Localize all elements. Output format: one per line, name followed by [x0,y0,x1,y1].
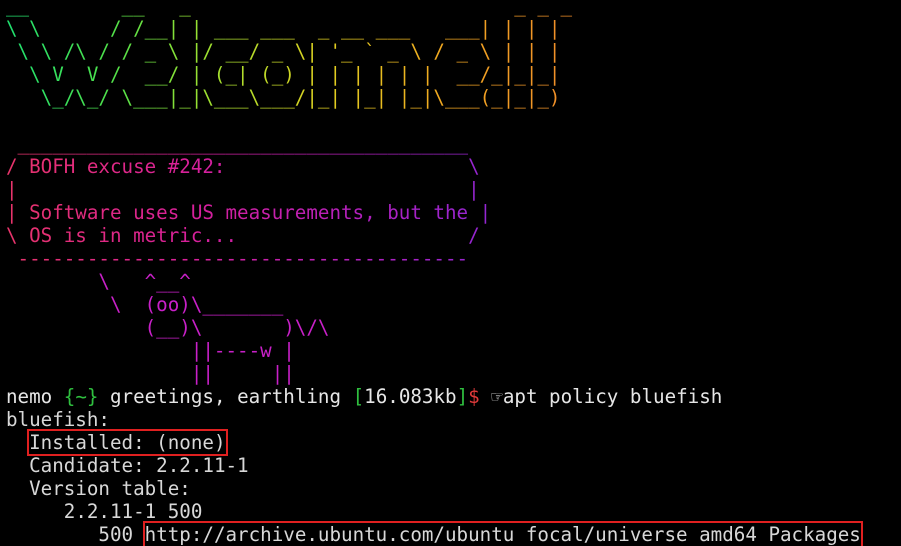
version-entry: 2.2.11-1 500 [63,500,203,523]
installed-line: Installed: (none) [6,429,901,456]
bubble-line: | Software uses US measurements, but the… [6,201,526,224]
bubble-line: --------------------------------------- [6,247,526,270]
pointing-hand-icon: ☞ [491,385,503,408]
command-text: apt policy bluefish [502,385,723,408]
cow-art-line: ||----w | [6,339,295,362]
welcome-art-line: \ \ / /__| | ___ ___ _ __ ___ ___| | | | [6,17,586,40]
candidate-line: Candidate: 2.2.11-1 [6,454,901,477]
prompt-directory: {~} [63,385,99,408]
welcome-art-line: \ V V / __/ | (_| (_) | | | | | | __/_|_… [6,63,586,86]
prompt-size-close: ] [456,385,469,408]
bubble-line: \ OS is in metric... / [6,224,526,247]
welcome-art-line: __ __ _ _ _ _ [6,0,586,17]
source-url-highlight[interactable]: http://archive.ubuntu.com/ubuntu focal/u… [142,521,863,546]
prompt-greeting: greetings, earthling [110,385,342,408]
welcome-banner: __ __ _ _ _ _ \ \ / /__| | ___ ___ _ __ … [6,0,901,109]
source-line: 500 http://archive.ubuntu.com/ubuntu foc… [6,521,901,546]
cow-art-line: \ (oo)\_______ [6,293,284,316]
prompt-size-open: [ [352,385,365,408]
cow-art-line: \ ^__^ [6,270,191,293]
cowsay-cow: \ ^__^ \ (oo)\_______ (__)\ )\/\ ||----w… [6,270,901,385]
welcome-art-line: \ \ /\ / / _ \ |/ __/ _ \| '_ ` _ \ / _ … [6,40,586,63]
version-entry-line: 2.2.11-1 500 [6,500,901,523]
bubble-line: / BOFH excuse #242: \ [6,155,526,178]
prompt-size: 16.083kb [364,385,457,408]
terminal-window[interactable]: __ __ _ _ _ _ \ \ / /__| | ___ ___ _ __ … [6,0,901,546]
package-name: bluefish: [6,408,110,431]
candidate-version: Candidate: 2.2.11-1 [29,454,249,477]
source-priority: 500 [98,523,134,546]
prompt-dollar: $ [468,385,480,408]
version-table-line: Version table: [6,477,901,500]
prompt-user: nemo [6,385,53,408]
installed-status-highlight: Installed: (none) [27,429,228,456]
welcome-art-line: \_/\_/ \___|_|\___\___/|_| |_| |_|\___(_… [6,86,586,109]
cow-art-line: || || [6,362,295,385]
bubble-line: _______________________________________ [6,132,526,155]
cow-art-line: (__)\ )\/\ [6,316,330,339]
command-prompt-line[interactable]: nemo {~} greetings, earthling [16.083kb]… [6,385,901,408]
bubble-line: | | [6,178,526,201]
version-table-label: Version table: [29,477,191,500]
cowsay-bubble: _______________________________________ … [6,132,901,270]
